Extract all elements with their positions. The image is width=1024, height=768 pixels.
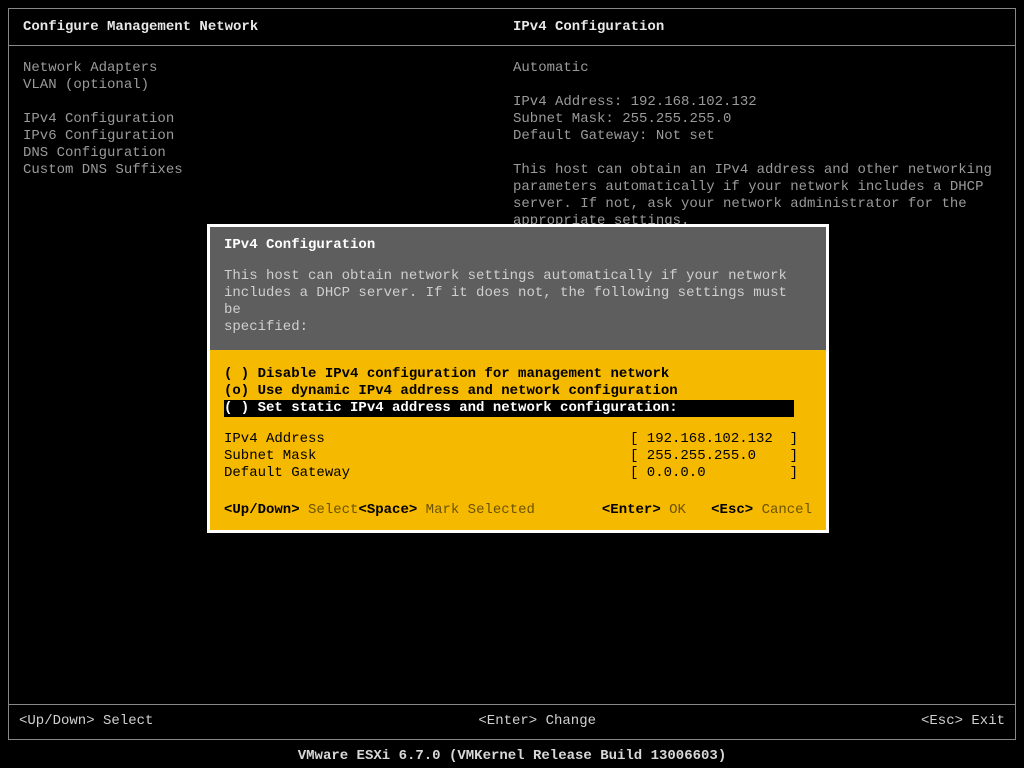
field-value: [ 192.168.102.132 ] (630, 431, 798, 448)
dialog-footer: <Up/Down> Select <Space> Mark Selected <… (210, 486, 826, 530)
static-fields: IPv4 Address [ 192.168.102.132 ] Subnet … (224, 431, 812, 482)
ipv4-dialog: IPv4 Configuration This host can obtain … (207, 224, 829, 533)
info-panel: Automatic IPv4 Address: 192.168.102.132 … (513, 60, 1001, 230)
hint-updown: <Up/Down> Select (19, 713, 153, 729)
radio-dhcp-ipv4[interactable]: (o) Use dynamic IPv4 address and network… (224, 383, 812, 400)
info-desc-line: This host can obtain an IPv4 address and… (513, 162, 1001, 179)
page-title-left: Configure Management Network (23, 19, 513, 35)
menu-item-ipv6[interactable]: IPv6 Configuration (23, 128, 513, 145)
field-value: [ 0.0.0.0 ] (630, 465, 798, 482)
info-desc-line: parameters automatically if your network… (513, 179, 1001, 196)
info-mask: Subnet Mask: 255.255.255.0 (513, 111, 1001, 128)
menu-item-dns[interactable]: DNS Configuration (23, 145, 513, 162)
dialog-desc-line: specified: (224, 319, 812, 336)
product-label: VMware ESXi 6.7.0 (VMKernel Release Buil… (0, 748, 1024, 764)
field-label: Subnet Mask (224, 448, 630, 465)
radio-static-ipv4[interactable]: ( ) Set static IPv4 address and network … (224, 400, 794, 417)
hint-enter: <Enter> Change (478, 713, 596, 729)
hint-esc: <Esc> Exit (921, 713, 1005, 729)
field-label: IPv4 Address (224, 431, 630, 448)
hint-ok-cancel: <Enter> OK <Esc> Cancel (602, 502, 812, 518)
header: Configure Management Network IPv4 Config… (9, 9, 1015, 46)
dialog-body: ( ) Disable IPv4 configuration for manag… (210, 350, 826, 486)
radio-disable-ipv4[interactable]: ( ) Disable IPv4 configuration for manag… (224, 366, 812, 383)
menu-item-dns-suffixes[interactable]: Custom DNS Suffixes (23, 162, 513, 179)
footer: <Up/Down> Select <Enter> Change <Esc> Ex… (9, 704, 1015, 739)
page-title-right: IPv4 Configuration (513, 19, 664, 35)
field-label: Default Gateway (224, 465, 630, 482)
dialog-header: IPv4 Configuration This host can obtain … (210, 227, 826, 350)
dialog-desc-line: includes a DHCP server. If it does not, … (224, 285, 812, 319)
info-mode: Automatic (513, 60, 1001, 77)
dialog-title: IPv4 Configuration (224, 237, 812, 254)
dialog-desc-line: This host can obtain network settings au… (224, 268, 812, 285)
body: Network Adapters VLAN (optional) IPv4 Co… (9, 46, 1015, 230)
hint-updown: <Up/Down> Select (224, 502, 358, 518)
field-ipv4-address[interactable]: IPv4 Address [ 192.168.102.132 ] (224, 431, 812, 448)
field-default-gateway[interactable]: Default Gateway [ 0.0.0.0 ] (224, 465, 812, 482)
info-ipv4: IPv4 Address: 192.168.102.132 (513, 94, 1001, 111)
info-desc-line: server. If not, ask your network adminis… (513, 196, 1001, 213)
field-value: [ 255.255.255.0 ] (630, 448, 798, 465)
field-subnet-mask[interactable]: Subnet Mask [ 255.255.255.0 ] (224, 448, 812, 465)
info-gateway: Default Gateway: Not set (513, 128, 1001, 145)
hint-space: <Space> Mark Selected (358, 502, 601, 518)
menu-item-vlan[interactable]: VLAN (optional) (23, 77, 513, 94)
menu: Network Adapters VLAN (optional) IPv4 Co… (23, 60, 513, 230)
menu-item-ipv4[interactable]: IPv4 Configuration (23, 111, 513, 128)
menu-item-network-adapters[interactable]: Network Adapters (23, 60, 513, 77)
